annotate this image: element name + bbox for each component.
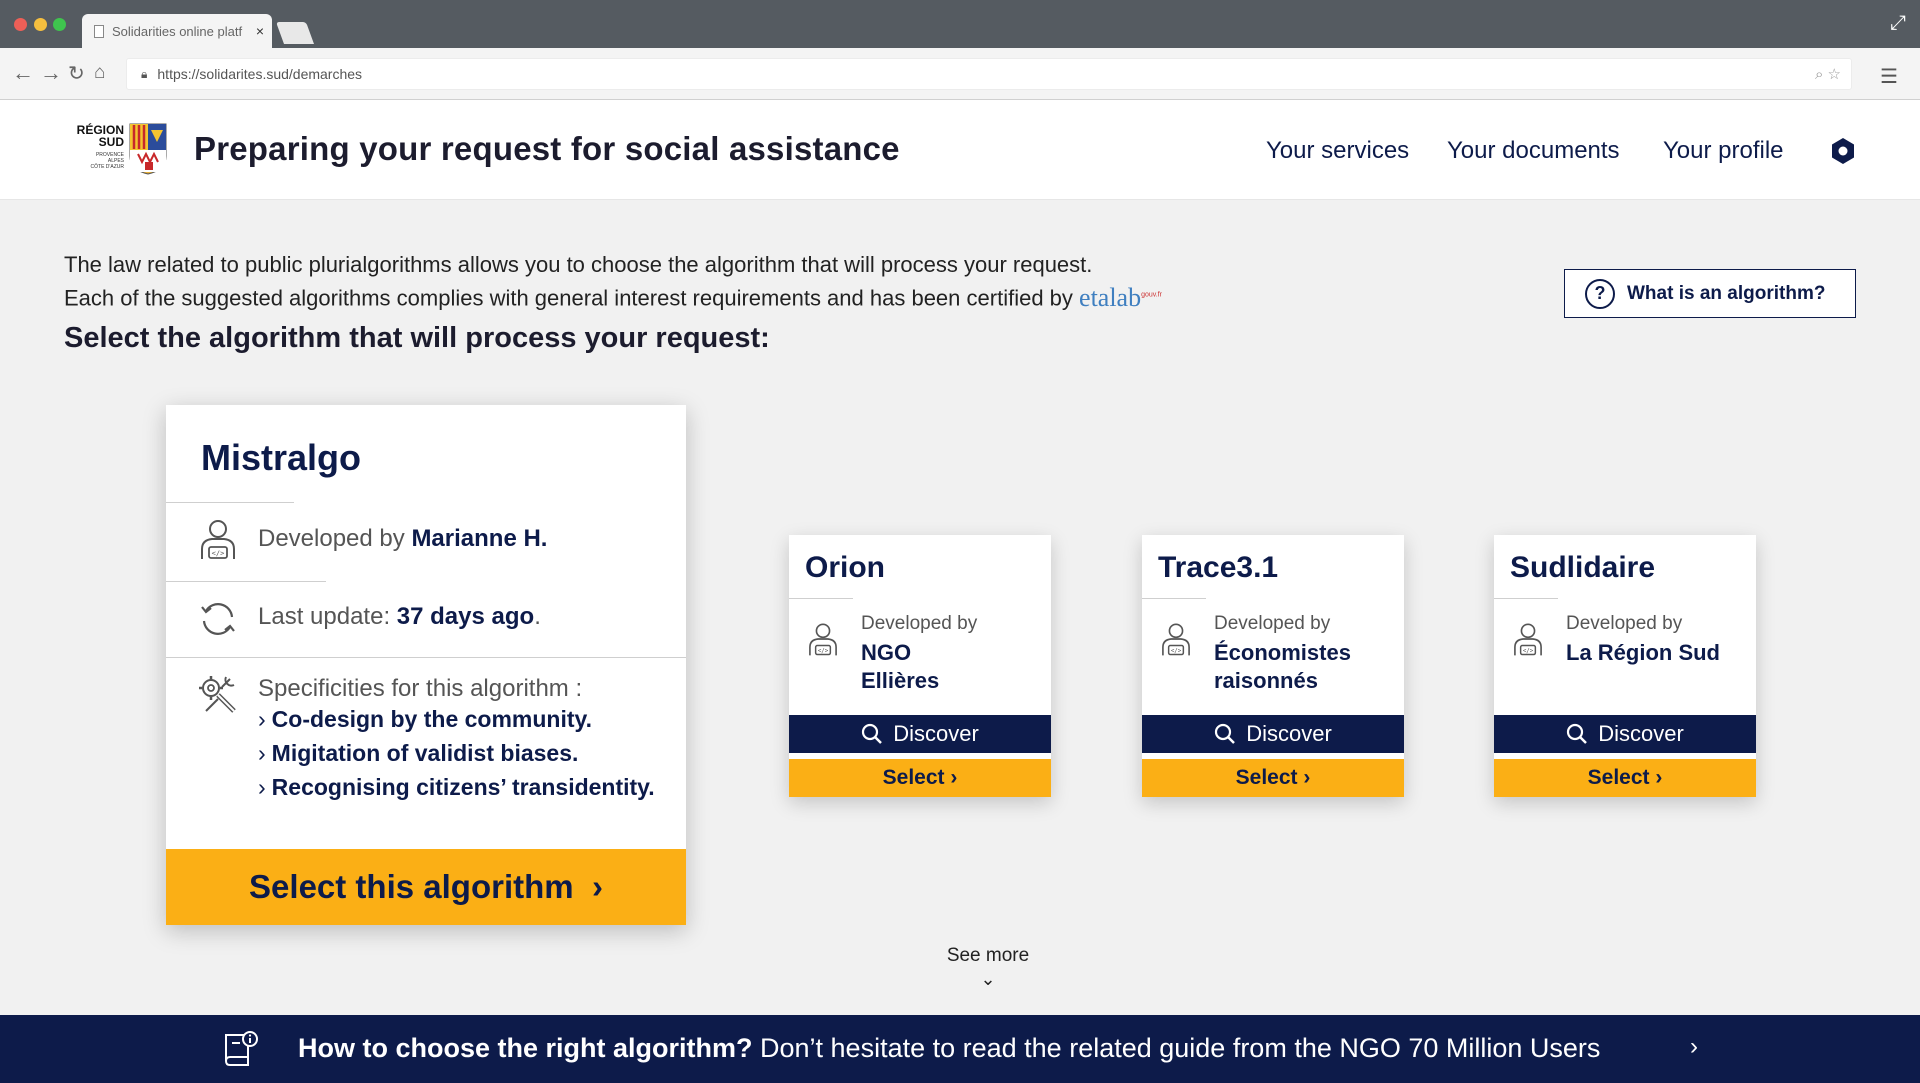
select-button[interactable]: Select ›	[1494, 759, 1756, 797]
tools-icon	[199, 676, 236, 713]
logo-subtext: PROVENCE ALPES CÔTE D'AZUR	[90, 152, 124, 170]
browser-menu-icon[interactable]: ☰	[1880, 64, 1898, 89]
last-update-label: Last update:	[258, 603, 391, 630]
url-text: https://solidarites.sud/demarches	[157, 66, 363, 82]
section-subtitle: Select the algorithm that will process y…	[64, 322, 770, 354]
help-button-label: What is an algorithm?	[1627, 282, 1826, 304]
discover-button[interactable]: Discover	[789, 715, 1051, 753]
search-icon	[862, 723, 883, 744]
svg-text:</>: </>	[212, 550, 225, 558]
tab-close-icon[interactable]: ×	[256, 23, 264, 39]
developer-icon: </>	[1162, 623, 1190, 656]
developer-name: La Région Sud	[1566, 640, 1720, 665]
algorithm-name: Trace3.1	[1158, 551, 1279, 584]
browser-tab[interactable]: Solidarities online platf ×	[82, 14, 272, 48]
zoom-star-icons[interactable]: ⌕ ☆	[1815, 65, 1841, 83]
divider	[166, 581, 326, 582]
featured-algorithm-name: Mistralgo	[201, 437, 362, 478]
developed-by-label: Developed by	[1566, 613, 1683, 634]
intro-line-1: The law related to public plurialgorithm…	[64, 252, 1093, 277]
developer-icon: </>	[1514, 623, 1542, 656]
spec-item: › Migitation of validist biases.	[258, 740, 579, 766]
fullscreen-icon[interactable]: ⤢	[1890, 12, 1906, 35]
refresh-icon	[201, 603, 235, 635]
intro-text: The law related to public plurialgorithm…	[64, 250, 1162, 314]
featured-developer: Marianne H.	[411, 525, 548, 552]
developer-icon: </>	[809, 623, 837, 656]
nav-your-profile[interactable]: Your profile	[1663, 137, 1784, 165]
page-title: Preparing your request for social assist…	[194, 130, 900, 167]
discover-button[interactable]: Discover	[1494, 715, 1756, 753]
forward-icon[interactable]: →	[40, 60, 62, 86]
guide-banner[interactable]: How to choose the right algorithm? Don’t…	[0, 1015, 1920, 1083]
back-icon[interactable]: ←	[12, 60, 34, 86]
select-this-algorithm-button[interactable]: Select this algorithm ›	[166, 849, 686, 925]
logo-text: RÉGION SUD	[76, 123, 124, 149]
nav-your-documents[interactable]: Your documents	[1447, 137, 1620, 165]
page-icon	[94, 24, 104, 38]
chevron-right-icon[interactable]: ›	[1690, 1033, 1698, 1061]
svg-text:</>: </>	[1171, 649, 1182, 655]
developed-by-label: Developed by	[258, 525, 405, 552]
close-window-button[interactable]	[14, 18, 27, 31]
region-sud-logo[interactable]: RÉGION SUD PROVENCE ALPES CÔTE D'AZUR	[64, 122, 170, 178]
algorithm-name: Sudlidaire	[1510, 551, 1656, 584]
svg-text:</>: </>	[1523, 649, 1534, 655]
featured-algorithm-card: Mistralgo </> Developed by Marianne H. L…	[166, 405, 686, 925]
specificities-list: › Co-design by the community. › Migitation…	[258, 707, 658, 799]
discover-button[interactable]: Discover	[1142, 715, 1404, 753]
specificities-label: Specificities for this algorithm :	[258, 675, 583, 702]
divider	[166, 502, 294, 503]
question-icon: ?	[1585, 278, 1615, 309]
search-icon	[1567, 723, 1588, 744]
developed-by-label: Developed by	[1214, 613, 1331, 634]
developer-icon: </>	[201, 520, 235, 559]
algorithm-name: Orion	[805, 551, 885, 584]
last-update-value: 37 days ago	[396, 603, 535, 630]
nav-your-services[interactable]: Your services	[1266, 137, 1409, 165]
lock-icon: 🔒︎	[141, 66, 148, 81]
algorithm-card-orion: Orion </> Developed by NGO Ellières Disc…	[789, 535, 1051, 797]
algorithm-card-sudlidaire: Sudlidaire </> Developed by La Région Su…	[1494, 535, 1756, 797]
select-button[interactable]: Select ›	[1142, 759, 1404, 797]
etalab-logo[interactable]: etalabgouv.fr	[1079, 283, 1162, 312]
divider	[1142, 598, 1206, 599]
new-tab-button[interactable]	[275, 22, 315, 44]
select-button[interactable]: Select ›	[789, 759, 1051, 797]
guide-book-icon	[225, 1031, 258, 1066]
developer-name: Économistes raisonnés	[1214, 640, 1351, 693]
divider	[789, 598, 853, 599]
coat-of-arms-icon	[129, 123, 167, 175]
spec-item: › Recognising citizens’ transidentity.	[258, 774, 655, 800]
developer-name: NGO Ellières	[861, 640, 940, 693]
browser-toolbar: ← → ↻ ⌂ 🔒︎ https://solidarites.sud/demar…	[0, 48, 1920, 100]
algorithm-card-trace: Trace3.1 </> Developed by Économistes ra…	[1142, 535, 1404, 797]
search-icon	[1215, 723, 1236, 744]
reload-icon[interactable]: ↻	[68, 61, 85, 86]
spec-item: › Co-design by the community.	[258, 706, 592, 732]
minimize-window-button[interactable]	[34, 18, 47, 31]
settings-hexagon-icon[interactable]	[1830, 137, 1856, 165]
home-icon[interactable]: ⌂	[94, 62, 105, 84]
what-is-algorithm-button[interactable]: ? What is an algorithm?	[1564, 269, 1856, 318]
intro-line-2: Each of the suggested algorithms complie…	[64, 282, 1162, 312]
banner-text: How to choose the right algorithm? Don’t…	[298, 1033, 1601, 1063]
divider	[1494, 598, 1558, 599]
browser-titlebar: Solidarities online platf × ⤢	[0, 0, 1920, 48]
maximize-window-button[interactable]	[53, 18, 66, 31]
update-row: Last update: 37 days ago.	[196, 597, 541, 641]
specificities-row: Specificities for this algorithm : › Co-d…	[196, 673, 658, 809]
see-more-link[interactable]: See more ⌄	[900, 945, 1076, 990]
address-bar[interactable]: 🔒︎ https://solidarites.sud/demarches ⌕ ☆	[126, 58, 1852, 90]
chevron-right-icon: ›	[591, 868, 603, 905]
developed-by-label: Developed by	[861, 613, 978, 634]
chevron-down-icon: ⌄	[980, 969, 996, 989]
developer-row: </> Developed by Marianne H.	[196, 517, 547, 561]
tab-title: Solidarities online platf	[112, 23, 243, 39]
divider	[166, 657, 686, 658]
svg-text:</>: </>	[818, 649, 829, 655]
